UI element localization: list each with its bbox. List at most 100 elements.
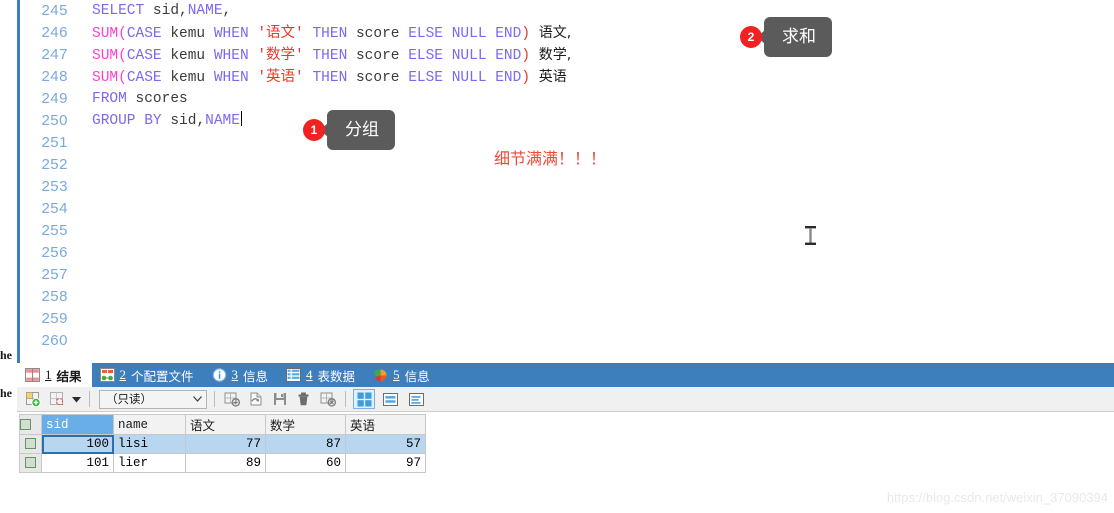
sql-editor[interactable]: 245 SELECT sid,NAME, 246 SUM(CASE kemu WHEN…	[17, 0, 1114, 366]
code-line[interactable]: 260	[20, 330, 1114, 352]
tab-label: 表数据	[317, 368, 356, 384]
table-row[interactable]: 100 lisi 77 87 57	[19, 434, 426, 454]
code-line[interactable]: 245 SELECT sid,NAME,	[20, 0, 1114, 22]
mouse-ibeam-cursor	[805, 226, 816, 245]
results-toolbar: （只读）	[17, 387, 1114, 412]
grid-cell[interactable]: 89	[185, 453, 266, 473]
callout-1: 1 分组	[303, 110, 395, 150]
code-line[interactable]: 253	[20, 176, 1114, 198]
add-record-icon[interactable]	[23, 390, 43, 409]
background-text-fragment: he	[0, 386, 12, 400]
row-select-cell[interactable]	[19, 453, 42, 473]
table-row[interactable]: 101 lier 89 60 97	[19, 453, 426, 473]
tab-number: 1	[45, 367, 52, 382]
results-tab-1[interactable]: 1 结果	[17, 363, 92, 387]
line-number: 256	[41, 244, 68, 261]
results-tabbar: 1 结果 2 个配置文件 3 信息 4 表数据 5 信息	[17, 363, 1114, 387]
watermark: https://blog.csdn.net/weixin_37090394	[886, 490, 1108, 505]
code-line[interactable]: 259	[20, 308, 1114, 330]
grid-cell[interactable]: 60	[265, 453, 346, 473]
code-line[interactable]: 250 GROUP BY sid,NAME	[20, 110, 1114, 132]
code-line[interactable]: 256	[20, 242, 1114, 264]
line-number: 254	[41, 200, 68, 217]
grid-column-header[interactable]: 英语	[345, 414, 426, 435]
results-tab-5[interactable]: 5 信息	[365, 363, 440, 387]
code-text: GROUP BY sid,NAME	[92, 111, 242, 129]
toolbar-separator	[345, 391, 346, 407]
code-lines[interactable]: 245 SELECT sid,NAME, 246 SUM(CASE kemu WHEN…	[20, 0, 1114, 352]
code-line[interactable]: 254	[20, 198, 1114, 220]
grid-cell[interactable]: 57	[345, 434, 426, 454]
tab-label: 个配置文件	[131, 368, 194, 384]
tab-label: 信息	[243, 368, 269, 384]
export-icon[interactable]	[246, 390, 266, 409]
code-text: SUM(CASE kemu WHEN '数学' THEN score ELSE …	[92, 47, 572, 64]
line-number: 250	[41, 112, 68, 129]
chevron-down-icon[interactable]	[71, 390, 82, 409]
select-all-cell[interactable]	[19, 414, 42, 435]
copy-record-icon[interactable]	[47, 390, 67, 409]
code-line[interactable]: 257	[20, 264, 1114, 286]
result-grid[interactable]: sid name 语文 数学 英语 100 lisi 77 87 57 101 lier 89 60 97	[19, 414, 426, 473]
callout-label: 求和	[757, 17, 832, 57]
delete-record-icon[interactable]	[294, 390, 314, 409]
text-view-icon[interactable]	[405, 389, 427, 409]
grid-column-header[interactable]: name	[113, 414, 186, 435]
grid-cell[interactable]: 77	[185, 434, 266, 454]
grid-column-header[interactable]: 语文	[185, 414, 266, 435]
results-tab-4[interactable]: 4 表数据	[278, 363, 365, 387]
grid-cell[interactable]: 87	[265, 434, 346, 454]
grid-body[interactable]: 100 lisi 77 87 57 101 lier 89 60 97	[19, 434, 426, 473]
app-window: he he 245 SELECT sid,NAME, 246 SUM(CASE kem…	[0, 0, 1114, 513]
line-number: 246	[41, 24, 68, 41]
tab-label: 结果	[56, 368, 82, 384]
line-number: 249	[41, 90, 68, 107]
row-checkbox[interactable]	[25, 438, 36, 450]
code-line[interactable]: 246 SUM(CASE kemu WHEN '语文' THEN score EL…	[20, 22, 1114, 44]
results-tab-3[interactable]: 3 信息	[204, 363, 279, 387]
line-number: 257	[41, 266, 68, 283]
grid-icon	[25, 368, 40, 382]
code-line[interactable]: 248 SUM(CASE kemu WHEN '英语' THEN score EL…	[20, 66, 1114, 88]
save-icon[interactable]	[270, 390, 290, 409]
callout-badge: 2	[740, 26, 762, 48]
row-checkbox[interactable]	[20, 418, 31, 430]
row-select-cell[interactable]	[19, 434, 42, 454]
grid-view-icon[interactable]	[353, 389, 375, 409]
line-number: 258	[41, 288, 68, 305]
code-line[interactable]: 249 FROM scores	[20, 88, 1114, 110]
chevron-down-icon	[193, 396, 202, 402]
table-icon	[286, 368, 302, 382]
callout-badge: 1	[303, 119, 325, 141]
line-number: 245	[41, 2, 68, 19]
grid-cell[interactable]: 100	[41, 434, 114, 454]
readonly-mode-select[interactable]: （只读）	[99, 389, 207, 409]
code-text: SELECT sid,NAME,	[92, 3, 232, 19]
grid-cell[interactable]: 97	[345, 453, 426, 473]
toolbar-separator	[214, 391, 215, 407]
grid-cell[interactable]: lier	[113, 453, 186, 473]
row-checkbox[interactable]	[25, 457, 36, 469]
grid-cell[interactable]: lisi	[113, 434, 186, 454]
grid-column-header[interactable]: sid	[41, 414, 114, 435]
code-line[interactable]: 247 SUM(CASE kemu WHEN '数学' THEN score EL…	[20, 44, 1114, 66]
cancel-changes-icon[interactable]	[318, 390, 338, 409]
line-number: 247	[41, 46, 68, 63]
code-line[interactable]: 258	[20, 286, 1114, 308]
chart-icon	[373, 368, 388, 382]
grid-header-row: sid name 语文 数学 英语	[19, 414, 426, 435]
results-tab-2[interactable]: 2 个配置文件	[92, 363, 204, 387]
line-number: 251	[41, 134, 68, 151]
line-number: 260	[41, 332, 68, 349]
line-number: 248	[41, 68, 68, 85]
grid-column-header[interactable]: 数学	[265, 414, 346, 435]
annotation-note: 细节满满！！！	[494, 149, 607, 168]
result-grid-area[interactable]: sid name 语文 数学 英语 100 lisi 77 87 57 101 lier 89 60 97	[17, 412, 1114, 473]
code-line[interactable]: 255	[20, 220, 1114, 242]
tab-number: 5	[393, 367, 400, 382]
grid-cell[interactable]: 101	[41, 453, 114, 473]
form-view-icon[interactable]	[379, 389, 401, 409]
profile-icon	[99, 368, 115, 382]
apply-changes-icon[interactable]	[222, 390, 242, 409]
code-text: SUM(CASE kemu WHEN '英语' THEN score ELSE …	[92, 69, 567, 86]
